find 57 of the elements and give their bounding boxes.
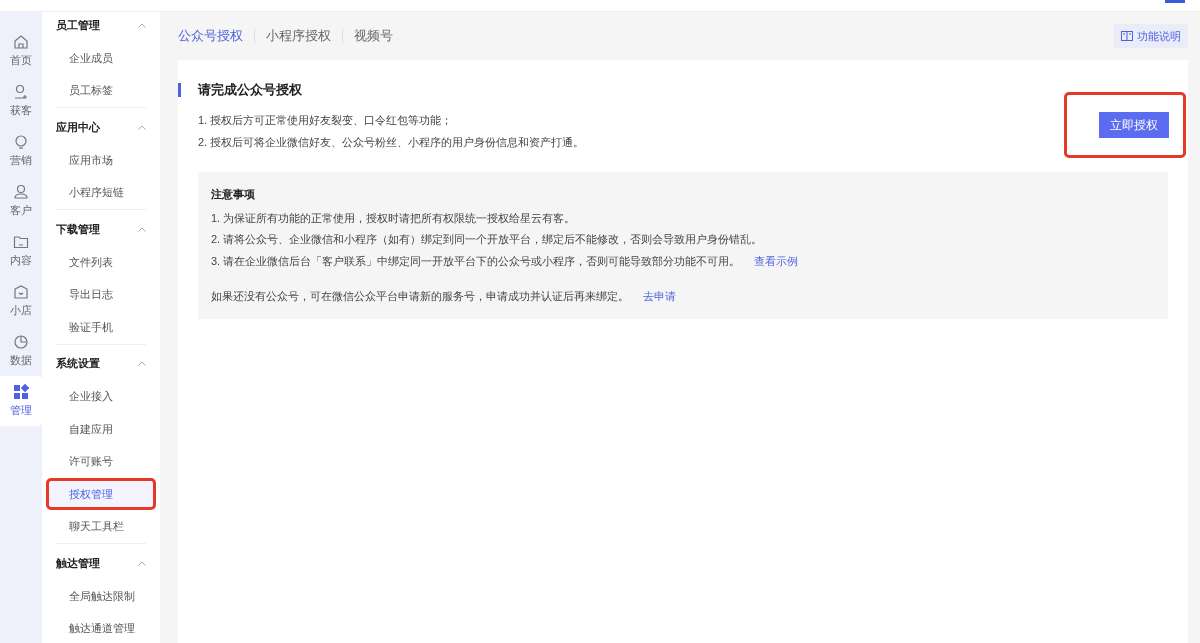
authorize-button[interactable]: 立即授权 [1099,112,1169,138]
menu-group-title: 应用中心 [56,119,100,135]
menu-item[interactable]: 授权管理 [46,478,156,510]
apply-link[interactable]: 去申请 [643,288,676,305]
chevron-icon[interactable] [138,560,146,566]
notice-text: 如果还没有公众号，可在微信公众平台申请新的服务号，申请成功并认证后再来绑定。 [211,289,629,304]
example-link[interactable]: 查看示例 [754,252,799,269]
nav-rail-item[interactable]: 客户 [0,176,42,226]
menu-group-title: 员工管理 [56,17,100,33]
notice-text: 2. 请将公众号、企业微信和小程序（如有）绑定到同一个开放平台，绑定后不能修改，否则会导致用户身份错乱。 [211,232,763,247]
tab[interactable]: 小程序授权 [266,26,331,46]
menu-item[interactable]: 触达通道管理 [46,612,156,643]
menu-item[interactable]: 验证手机 [46,311,156,343]
book-icon [1121,31,1133,41]
chevron-icon[interactable] [138,226,146,232]
tab[interactable]: 视频号 [354,26,393,46]
folder-icon [13,233,29,250]
nav-rail-item[interactable]: 小店 [0,276,42,326]
section-title: 请完成公众号授权 [198,81,302,99]
notice-title: 注意事项 [211,187,256,202]
chevron-icon[interactable] [138,124,146,130]
help-button[interactable]: 功能说明 [1114,24,1188,48]
grid-icon [13,383,29,400]
chevron-icon[interactable] [138,22,146,28]
info-text: 1. 授权后方可正常使用好友裂变、口令红包等功能； [198,112,454,128]
nav-rail-item[interactable]: 首页 [0,26,42,76]
menu-item[interactable]: 企业接入 [46,380,156,413]
chevron-icon[interactable] [138,361,146,366]
nav-rail-item[interactable]: 获客 [0,76,42,126]
nav-rail-item[interactable]: 营销 [0,126,42,176]
menu-item[interactable]: 导出日志 [46,278,156,311]
menu-item[interactable]: 聊天工具栏 [46,510,156,543]
menu-item[interactable]: 文件列表 [46,246,156,278]
menu-item[interactable]: 许可账号 [46,445,156,478]
pie-chart-icon [13,333,29,350]
home-icon [13,33,29,50]
notice-text: 1. 为保证所有功能的正常使用，授权时请把所有权限统一授权给星云有客。 [211,210,576,226]
menu-item[interactable]: 小程序短链 [46,176,156,209]
tab[interactable]: 公众号授权 [178,26,243,46]
top-bar-indicator [1165,0,1185,3]
nav-rail-item[interactable]: 管理 [0,376,42,426]
menu-item[interactable]: 员工标签 [46,74,156,107]
user-icon [13,183,29,200]
shop-icon [13,283,29,300]
menu-group-title: 下载管理 [56,221,100,237]
menu-item[interactable]: 应用市场 [46,144,156,176]
nav-rail-item[interactable]: 内容 [0,226,42,276]
user-plus-icon [13,83,29,100]
menu-item[interactable]: 全局触达限制 [46,580,156,612]
notice-text: 3. 请在企业微信后台「客户联系」中绑定同一开放平台下的公众号或小程序，否则可能导致部分功能不可用。 [211,253,741,269]
menu-group-title: 触达管理 [56,555,100,571]
bulb-icon [13,133,29,150]
menu-item[interactable]: 自建应用 [46,413,156,445]
menu-item[interactable]: 企业成员 [46,42,156,74]
menu-group-title: 系统设置 [56,356,100,372]
nav-rail-item[interactable]: 数据 [0,326,42,376]
info-text: 2. 授权后可将企业微信好友、公众号粉丝、小程序的用户身份信息和资产打通。 [198,135,585,150]
